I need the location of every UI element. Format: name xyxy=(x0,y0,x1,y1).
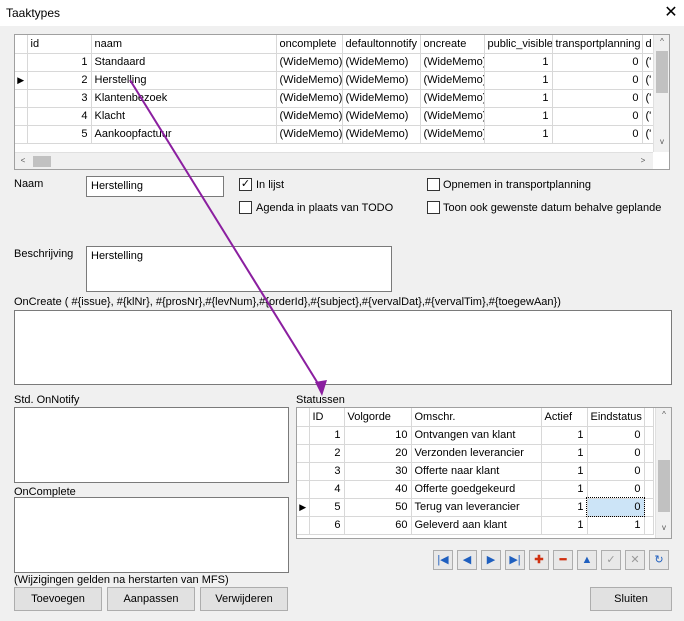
annotation-arrow-head xyxy=(315,380,327,396)
annotation-arrow-line xyxy=(129,79,323,391)
annotation-arrow xyxy=(129,79,327,396)
